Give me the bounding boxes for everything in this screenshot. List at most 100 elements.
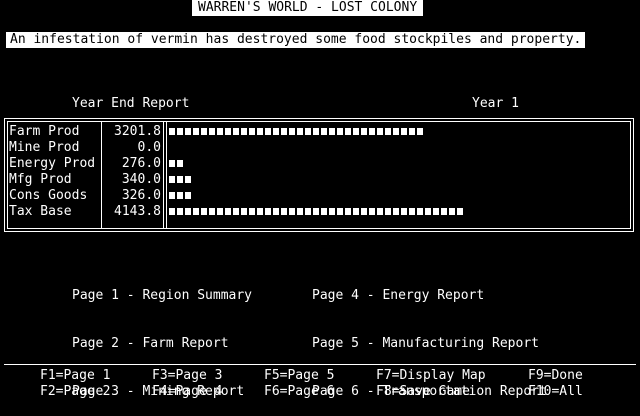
bar-block [169, 160, 175, 167]
row-bar [169, 128, 423, 136]
bar-block [193, 128, 199, 135]
f10-all-key[interactable]: F10=All [528, 384, 583, 400]
bar-block [217, 128, 223, 135]
page-menu-item-1[interactable]: Page 1 - Region Summary [72, 288, 252, 304]
bar-block [305, 208, 311, 215]
bar-block [233, 128, 239, 135]
bar-block [193, 208, 199, 215]
bar-block [241, 208, 247, 215]
bar-block [241, 128, 247, 135]
bar-block [249, 208, 255, 215]
bar-block [273, 208, 279, 215]
event-message: An infestation of vermin has destroyed s… [6, 32, 586, 48]
bar-block [201, 128, 207, 135]
report-heading: Year End Report [72, 96, 190, 111]
bar-block [289, 208, 295, 215]
row-value: 0.0 [137, 140, 161, 155]
bar-block [369, 128, 375, 135]
bar-block [329, 128, 335, 135]
bar-block [281, 128, 287, 135]
bar-block [345, 208, 351, 215]
report-row-mine-prod: Mine Prod 0.0 [5, 140, 633, 156]
f5-page-5-key[interactable]: F5=Page 5 [264, 368, 334, 384]
bar-block [345, 128, 351, 135]
bar-block [273, 128, 279, 135]
f9-done-key[interactable]: F9=Done [528, 368, 583, 384]
bar-block [177, 192, 183, 199]
f8-save-game-key[interactable]: F8=Save Game [376, 384, 470, 400]
bar-block [265, 208, 271, 215]
bar-block [321, 208, 327, 215]
row-bar [169, 208, 463, 216]
f6-page-6-key[interactable]: F6=Page 6 [264, 384, 334, 400]
row-label: Energy Prod [9, 156, 96, 171]
bar-block [353, 128, 359, 135]
row-bar [169, 160, 183, 168]
f2-page-2-key[interactable]: F2=Page 2 [40, 384, 110, 400]
bar-block [209, 128, 215, 135]
page-menu-item-5[interactable]: Page 5 - Manufacturing Report [312, 336, 547, 352]
bar-block [369, 208, 375, 215]
row-label: Mine Prod [9, 140, 80, 155]
f3-page-3-key[interactable]: F3=Page 3 [152, 368, 222, 384]
bar-block [249, 128, 255, 135]
bar-block [217, 208, 223, 215]
bar-block [385, 208, 391, 215]
f7-display-map-key[interactable]: F7=Display Map [376, 368, 486, 384]
report-row-mfg-prod: Mfg Prod 340.0 [5, 172, 633, 188]
row-value: 4143.8 [114, 204, 161, 219]
bar-block [377, 128, 383, 135]
bar-block [393, 128, 399, 135]
row-bar [169, 192, 191, 200]
f1-page-1-key[interactable]: F1=Page 1 [40, 368, 110, 384]
year-label: Year 1 [472, 96, 519, 111]
year-end-report-table: Farm Prod 3201.8 Mine Prod 0.0 Energy Pr… [4, 118, 634, 232]
bar-block [449, 208, 455, 215]
page-menu-item-2[interactable]: Page 2 - Farm Report [72, 336, 252, 352]
bar-block [257, 208, 263, 215]
report-row-energy-prod: Energy Prod 276.0 [5, 156, 633, 172]
bar-block [377, 208, 383, 215]
f4-page-4-key[interactable]: F4=Page 4 [152, 384, 222, 400]
bar-block [313, 128, 319, 135]
bar-block [233, 208, 239, 215]
report-row-cons-goods: Cons Goods 326.0 [5, 188, 633, 204]
bar-block [169, 192, 175, 199]
bar-block [361, 208, 367, 215]
bar-block [169, 208, 175, 215]
bar-block [321, 128, 327, 135]
row-label: Tax Base [9, 204, 72, 219]
page-menu-item-4[interactable]: Page 4 - Energy Report [312, 288, 547, 304]
report-row-tax-base: Tax Base 4143.8 [5, 204, 633, 220]
row-label: Mfg Prod [9, 172, 72, 187]
row-value: 326.0 [121, 188, 161, 203]
bar-block [177, 176, 183, 183]
bar-block [393, 208, 399, 215]
bar-block [409, 128, 415, 135]
row-value: 276.0 [121, 156, 161, 171]
bar-block [457, 208, 463, 215]
bar-block [401, 208, 407, 215]
bar-block [177, 128, 183, 135]
bar-block [297, 208, 303, 215]
row-bar [169, 176, 191, 184]
bar-block [177, 160, 183, 167]
footer-divider [4, 364, 636, 365]
bar-block [185, 128, 191, 135]
bar-block [209, 208, 215, 215]
bar-block [201, 208, 207, 215]
bar-block [337, 128, 343, 135]
bar-block [265, 128, 271, 135]
bar-block [305, 128, 311, 135]
bar-block [185, 192, 191, 199]
bar-block [281, 208, 287, 215]
row-label: Farm Prod [9, 124, 80, 139]
bar-block [337, 208, 343, 215]
bar-block [425, 208, 431, 215]
bar-block [297, 128, 303, 135]
row-value: 340.0 [121, 172, 161, 187]
bar-block [169, 128, 175, 135]
bar-block [385, 128, 391, 135]
bar-block [313, 208, 319, 215]
game-title: WARREN'S WORLD - LOST COLONY [192, 0, 424, 16]
